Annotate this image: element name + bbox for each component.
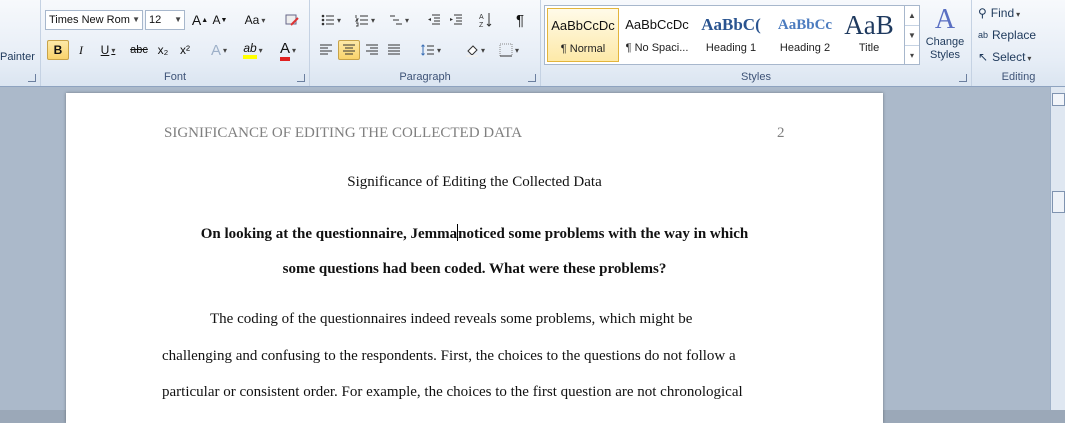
chevron-down-icon: ▼ — [174, 15, 182, 24]
font-group: Times New Rom ▼ 12 ▼ A▲ A▼ Aa B I U abc … — [41, 0, 310, 86]
font-launcher-icon[interactable] — [297, 74, 305, 82]
ruler-toggle-icon[interactable] — [1052, 93, 1065, 106]
clipboard-launcher-icon[interactable] — [28, 74, 36, 82]
numbering-icon[interactable] — [350, 10, 380, 30]
replace-icon: ab — [978, 30, 989, 40]
font-group-label: Font — [163, 71, 186, 83]
style-normal[interactable]: AaBbCcDc ¶ Normal — [547, 8, 619, 62]
styles-group-label: Styles — [741, 71, 771, 83]
highlighter-icon: ab — [243, 41, 257, 59]
question-line-1: On looking at the questionnaire, Jemmano… — [200, 224, 749, 242]
gallery-more-icon[interactable]: ▾ — [905, 46, 919, 65]
font-color-icon: A — [279, 40, 290, 61]
strikethrough-button[interactable]: abc — [127, 40, 151, 60]
binoculars-icon: ⚲ — [978, 6, 987, 20]
ribbon: Painter Times New Rom ▼ 12 ▼ A▲ A▼ Aa B … — [0, 0, 1065, 87]
align-left-icon[interactable] — [316, 40, 336, 60]
chevron-down-icon: ▼ — [132, 15, 140, 24]
style-title[interactable]: AaB Title — [833, 8, 905, 62]
italic-button[interactable]: I — [71, 40, 91, 60]
font-name-box[interactable]: Times New Rom ▼ — [45, 10, 143, 30]
format-painter-button[interactable]: Painter — [0, 48, 36, 66]
svg-text:A: A — [479, 14, 484, 21]
subscript-button[interactable]: x₂ — [153, 40, 173, 60]
highlight-button[interactable]: ab — [237, 40, 269, 60]
page-number: 2 — [777, 125, 785, 141]
change-case-button[interactable]: Aa — [241, 10, 269, 30]
font-name-value: Times New Rom — [49, 14, 130, 26]
line-spacing-icon[interactable] — [416, 40, 446, 60]
clipboard-group: Painter — [0, 0, 41, 86]
superscript-button[interactable]: x² — [175, 40, 195, 60]
text-effects-button[interactable]: A — [205, 40, 233, 60]
shrink-font-button[interactable]: A ▼ — [211, 10, 229, 30]
gallery-up-icon[interactable]: ▲ — [905, 6, 919, 26]
select-button[interactable]: ↖ Select — [978, 48, 1060, 66]
justify-icon[interactable] — [384, 40, 404, 60]
editing-group-label: Editing — [1001, 71, 1036, 83]
underline-button[interactable]: U — [93, 40, 123, 60]
sort-icon[interactable]: AZ — [476, 10, 496, 30]
multilevel-list-icon[interactable] — [384, 10, 414, 30]
replace-button[interactable]: ab Replace — [978, 26, 1060, 44]
running-header: SIGNIFICANCE OF EDITING THE COLLECTED DA… — [164, 125, 523, 141]
pilcrow-icon[interactable]: ¶ — [510, 10, 530, 30]
paragraph-launcher-icon[interactable] — [528, 74, 536, 82]
grow-font-button[interactable]: A ▲ — [191, 10, 209, 30]
document-page[interactable]: SIGNIFICANCE OF EDITING THE COLLECTED DA… — [66, 93, 883, 423]
find-button[interactable]: ⚲ Find — [978, 4, 1058, 22]
bullets-icon[interactable] — [316, 10, 346, 30]
gallery-scroller[interactable]: ▲ ▼ ▾ — [904, 6, 919, 64]
body-line: particular or consistent order. For exam… — [162, 384, 743, 400]
increase-indent-icon[interactable] — [446, 10, 466, 30]
align-center-icon[interactable] — [338, 40, 360, 60]
font-size-box[interactable]: 12 ▼ — [145, 10, 185, 30]
question-line-2: some questions had been coded. What were… — [282, 261, 667, 277]
decrease-indent-icon[interactable] — [424, 10, 444, 30]
styles-launcher-icon[interactable] — [959, 74, 967, 82]
editing-group: ⚲ Find ab Replace ↖ Select Editing — [972, 0, 1065, 86]
bold-button[interactable]: B — [47, 40, 69, 60]
borders-icon[interactable] — [494, 40, 524, 60]
shading-icon[interactable] — [460, 40, 490, 60]
change-styles-button[interactable]: A Change Styles — [922, 4, 968, 68]
scroll-thumb[interactable] — [1052, 191, 1065, 213]
paragraph-group-label: Paragraph — [399, 71, 451, 83]
font-size-value: 12 — [149, 14, 162, 26]
font-color-button[interactable]: A — [273, 40, 303, 61]
paragraph-group: AZ ¶ Paragraph — [310, 0, 541, 86]
gallery-down-icon[interactable]: ▼ — [905, 26, 919, 46]
clear-formatting-icon[interactable] — [281, 10, 303, 30]
body-line: The coding of the questionnaires indeed … — [210, 311, 693, 327]
change-styles-icon: A — [934, 4, 956, 35]
body-line: challenging and confusing to the respond… — [162, 348, 736, 364]
style-heading-2[interactable]: AaBbCc Heading 2 — [769, 8, 841, 62]
svg-text:Z: Z — [479, 22, 484, 28]
align-right-icon[interactable] — [362, 40, 382, 60]
cursor-icon: ↖ — [978, 50, 989, 64]
document-title: Significance of Editing the Collected Da… — [347, 174, 602, 190]
vertical-scrollbar[interactable] — [1050, 87, 1065, 410]
style-heading-1[interactable]: AaBbC( Heading 1 — [695, 8, 767, 62]
styles-gallery: AaBbCcDc ¶ Normal AaBbCcDc ¶ No Spaci...… — [544, 5, 920, 65]
style-no-spacing[interactable]: AaBbCcDc ¶ No Spaci... — [621, 8, 693, 62]
